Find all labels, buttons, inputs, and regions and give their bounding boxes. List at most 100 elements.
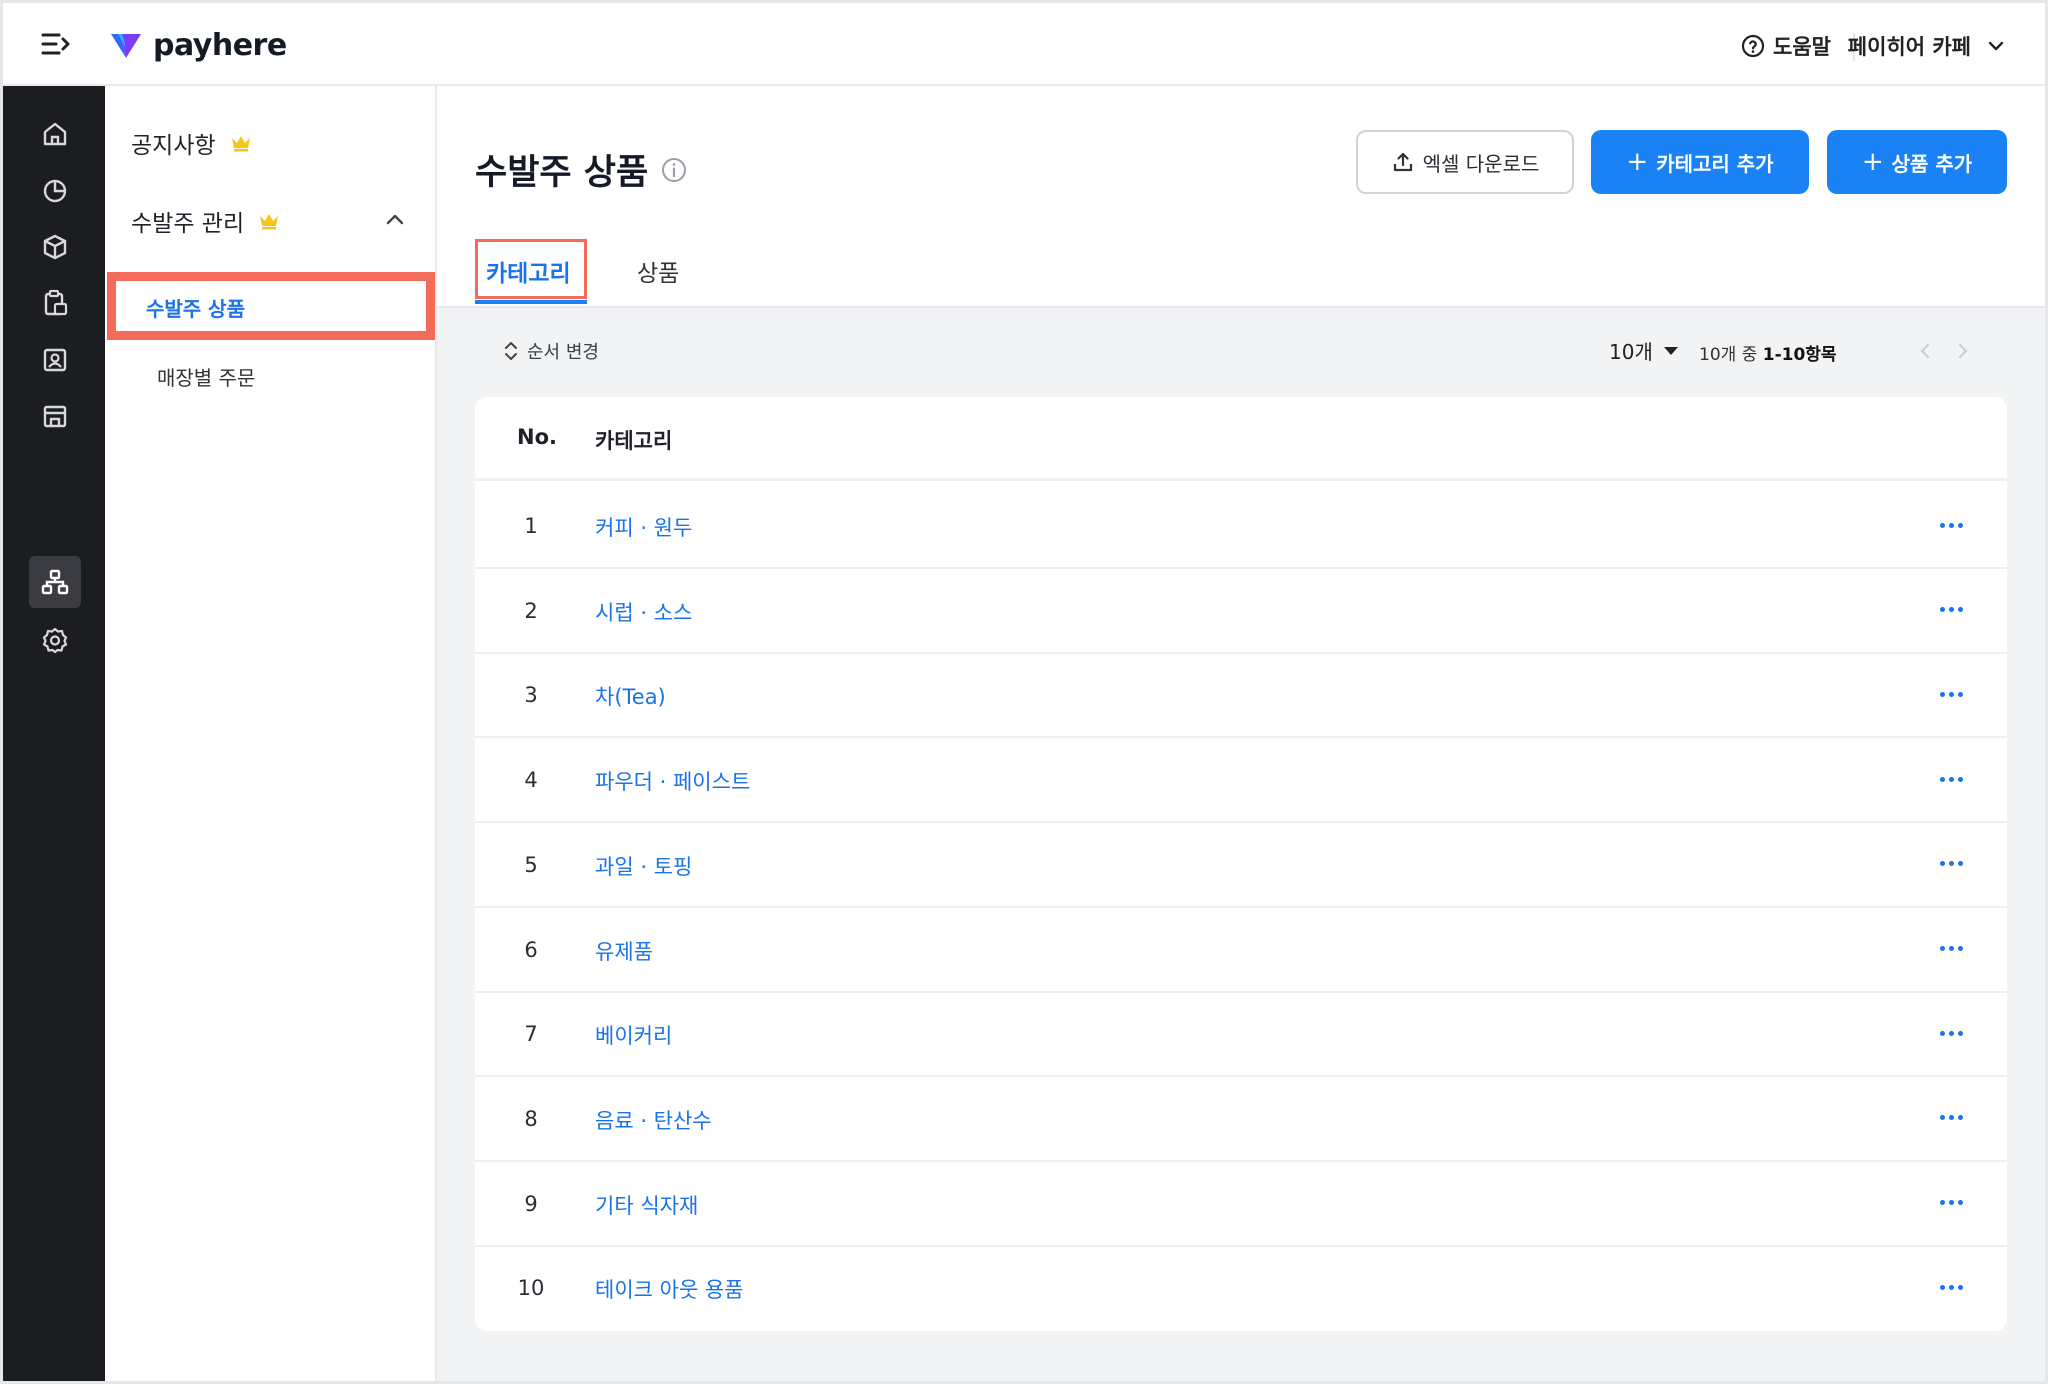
help-button[interactable]: 도움말 [1741, 29, 1831, 63]
reorder-button[interactable]: 순서 변경 [503, 338, 599, 364]
table-row[interactable]: 10 테이크 아웃 용품 [475, 1246, 2007, 1331]
logo[interactable]: payhere [109, 25, 287, 65]
store-icon[interactable] [29, 390, 81, 442]
payhere-logo-icon [111, 34, 141, 58]
more-options-icon[interactable] [1931, 679, 1971, 709]
tab-category-label: 카테고리 [486, 261, 571, 287]
more-options-icon[interactable] [1931, 934, 1971, 964]
more-options-icon[interactable] [1931, 1103, 1971, 1133]
row-number: 6 [524, 937, 538, 962]
category-name-link[interactable]: 유제품 [595, 936, 653, 966]
table-row[interactable]: 8 음료 · 탄산수 [475, 1077, 2007, 1162]
per-page-value: 10개 [1609, 340, 1653, 364]
table-row[interactable]: 6 유제품 [475, 908, 2007, 993]
more-options-icon[interactable] [1931, 1188, 1971, 1218]
menu-toggle-icon[interactable] [39, 29, 73, 59]
settings-icon[interactable] [29, 614, 81, 666]
category-name-link[interactable]: 커피 · 원두 [595, 512, 692, 542]
dot [1957, 1200, 1963, 1206]
category-name-link[interactable]: 시럽 · 소스 [595, 597, 692, 627]
box-icon[interactable] [29, 221, 81, 273]
dot [1939, 946, 1945, 951]
dot [1957, 861, 1963, 867]
more-options-icon[interactable] [1931, 849, 1971, 879]
dot [1957, 607, 1963, 613]
clipboard-icon[interactable] [29, 277, 81, 329]
chevron-right-icon[interactable] [1957, 342, 1969, 360]
more-options-icon[interactable] [1931, 764, 1971, 794]
hierarchy-icon[interactable] [29, 556, 81, 608]
contact-icon[interactable] [29, 334, 81, 386]
dot [1957, 1030, 1963, 1036]
dot [1957, 691, 1963, 697]
dot [1939, 861, 1945, 867]
per-page-select[interactable]: 10개 [1609, 336, 1679, 365]
column-header-no: No. [517, 425, 557, 449]
dot [1957, 776, 1963, 782]
category-name-link[interactable]: 베이커리 [595, 1020, 672, 1050]
menu-order-products-label: 수발주 상품 [146, 297, 245, 321]
table-row[interactable]: 5 과일 · 토핑 [475, 823, 2007, 908]
dot [1957, 946, 1963, 951]
dot [1957, 1115, 1963, 1121]
range-value: 1-10항목 [1762, 345, 1837, 365]
more-options-icon[interactable] [1931, 1272, 1971, 1302]
table-row[interactable]: 2 시럽 · 소스 [475, 569, 2007, 654]
menu-order-management[interactable]: 수발주 관리 [131, 204, 280, 238]
more-options-icon[interactable] [1931, 510, 1971, 540]
tab-product[interactable]: 상품 [637, 254, 679, 288]
page-title-text: 수발주 상품 [475, 153, 649, 193]
help-label: 도움말 [1773, 35, 1831, 59]
excel-download-button[interactable]: 엑셀 다운로드 [1356, 130, 1574, 194]
dot [1948, 691, 1954, 697]
menu-notice[interactable]: 공지사항 [131, 126, 252, 160]
menu-order-products[interactable]: 수발주 상품 [107, 272, 435, 340]
category-name-link[interactable]: 파우더 · 페이스트 [595, 766, 750, 796]
excel-download-label: 엑셀 다운로드 [1422, 151, 1540, 176]
plus-icon: + [1626, 147, 1649, 177]
store-selector[interactable]: 페이히어 카페 [1848, 29, 2005, 63]
menu-order-management-label: 수발주 관리 [131, 211, 245, 237]
dot [1939, 1030, 1945, 1036]
range-prefix: 10개 중 [1699, 345, 1758, 365]
pie-chart-icon[interactable] [29, 165, 81, 217]
top-bar: payhere 도움말 페이히어 카페 [3, 3, 2045, 86]
more-options-icon[interactable] [1931, 595, 1971, 625]
tab-category[interactable]: 카테고리 [475, 239, 587, 299]
logo-text: payhere [153, 27, 287, 63]
table-row[interactable]: 3 차(Tea) [475, 653, 2007, 739]
menu-store-orders[interactable]: 매장별 주문 [157, 362, 255, 391]
chevron-left-icon[interactable] [1919, 342, 1931, 360]
dot [1948, 861, 1954, 867]
table-row[interactable]: 7 베이커리 [475, 992, 2007, 1078]
category-name-link[interactable]: 과일 · 토핑 [595, 851, 692, 881]
category-name-link[interactable]: 차(Tea) [595, 681, 666, 711]
dot [1939, 522, 1945, 528]
category-name-link[interactable]: 기타 식자재 [595, 1190, 698, 1220]
help-circle-icon [1741, 34, 1765, 58]
pagination-range: 10개 중 1-10항목 [1699, 340, 1837, 365]
home-icon[interactable] [29, 108, 81, 160]
row-number: 8 [524, 1106, 538, 1131]
add-product-button[interactable]: + 상품 추가 [1827, 130, 2007, 194]
dot [1939, 1115, 1945, 1121]
sort-icon [505, 342, 517, 360]
chevron-up-icon[interactable] [385, 212, 405, 226]
info-icon[interactable] [660, 156, 688, 184]
dot [1939, 607, 1945, 613]
add-category-label: 카테고리 추가 [1656, 151, 1774, 176]
table-row[interactable]: 4 파우더 · 페이스트 [475, 738, 2007, 824]
icon-rail [3, 86, 105, 1381]
category-name-link[interactable]: 테이크 아웃 용품 [595, 1274, 744, 1304]
dot [1939, 691, 1945, 697]
caret-down-icon [1663, 346, 1678, 355]
reorder-label: 순서 변경 [527, 342, 599, 363]
table-row[interactable]: 1 커피 · 원두 [475, 484, 2007, 569]
table-row[interactable]: 9 기타 식자재 [475, 1162, 2007, 1247]
add-category-button[interactable]: + 카테고리 추가 [1591, 130, 1809, 194]
more-options-icon[interactable] [1931, 1018, 1971, 1048]
dot [1948, 1115, 1954, 1121]
category-name-link[interactable]: 음료 · 탄산수 [595, 1105, 712, 1135]
chevron-down-icon [1988, 41, 2004, 51]
crown-icon [231, 136, 250, 152]
